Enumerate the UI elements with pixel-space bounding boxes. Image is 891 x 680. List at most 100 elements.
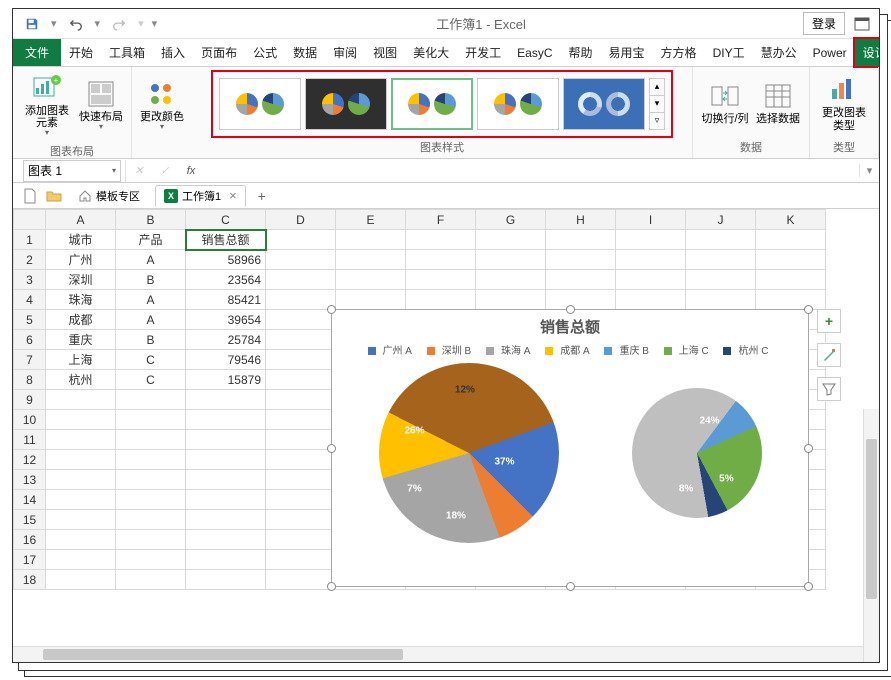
namebox-dropdown-icon[interactable]: ▾ [112, 166, 116, 175]
cell[interactable] [116, 550, 186, 570]
cell[interactable] [266, 290, 336, 310]
cell[interactable] [186, 530, 266, 550]
cell[interactable] [46, 550, 116, 570]
tab-diy[interactable]: DIY工 [705, 39, 753, 66]
tab-data[interactable]: 数据 [285, 39, 325, 66]
vertical-scrollbar[interactable] [863, 409, 879, 662]
close-tab-icon[interactable]: × [229, 188, 237, 203]
cell[interactable]: 重庆 [46, 330, 116, 350]
cell[interactable] [266, 330, 336, 350]
change-colors-button[interactable]: 更改颜色▾ [138, 76, 186, 135]
cell[interactable] [336, 250, 406, 270]
gallery-scrollbar[interactable]: ▴▾▿ [649, 78, 665, 130]
cell[interactable] [336, 230, 406, 250]
chart-title[interactable]: 销售总额 [332, 310, 808, 339]
cell[interactable] [266, 490, 336, 510]
cell[interactable]: 珠海 [46, 290, 116, 310]
chart-style-3[interactable] [391, 78, 473, 130]
cell[interactable] [266, 530, 336, 550]
tab-huiban[interactable]: 慧办公 [753, 39, 805, 66]
tab-home[interactable]: 开始 [61, 39, 101, 66]
chart-style-2[interactable] [305, 78, 387, 130]
cell[interactable] [46, 390, 116, 410]
tab-review[interactable]: 审阅 [325, 39, 365, 66]
cell[interactable] [336, 270, 406, 290]
cell[interactable]: 15879 [186, 370, 266, 390]
cell[interactable] [186, 450, 266, 470]
cell[interactable] [46, 490, 116, 510]
cell[interactable]: 58966 [186, 250, 266, 270]
cell[interactable] [616, 230, 686, 250]
cell[interactable] [266, 390, 336, 410]
cell[interactable]: B [116, 330, 186, 350]
ribbon-display-options-icon[interactable] [851, 14, 873, 34]
cell[interactable]: 23564 [186, 270, 266, 290]
add-chart-element-button[interactable]: + 添加图表元素▾ [19, 70, 75, 141]
cell[interactable] [266, 230, 336, 250]
cell[interactable] [406, 250, 476, 270]
cell[interactable] [266, 410, 336, 430]
cell[interactable] [186, 570, 266, 590]
cell[interactable] [266, 450, 336, 470]
undo-dropdown-icon[interactable]: ▾ [95, 17, 101, 30]
quick-layout-button[interactable]: 快速布局▾ [77, 76, 125, 135]
cell[interactable] [46, 410, 116, 430]
chart-main-pie[interactable]: 37% 18% 7% 26% 12% [379, 363, 559, 543]
cell[interactable] [476, 250, 546, 270]
tab-insert[interactable]: 插入 [153, 39, 193, 66]
cell[interactable] [476, 290, 546, 310]
cell[interactable]: 25784 [186, 330, 266, 350]
cell[interactable] [266, 350, 336, 370]
tab-view[interactable]: 视图 [365, 39, 405, 66]
cell[interactable] [46, 570, 116, 590]
tab-design[interactable]: 设计 [855, 39, 880, 66]
tab-help[interactable]: 帮助 [561, 39, 601, 66]
cell[interactable] [546, 230, 616, 250]
confirm-formula-icon[interactable]: ✓ [152, 164, 178, 177]
cell[interactable] [546, 290, 616, 310]
gallery-down-icon[interactable]: ▾ [650, 96, 664, 113]
cell[interactable] [116, 470, 186, 490]
qat-customize-icon[interactable]: ▾ [152, 17, 158, 30]
tab-yiyongbao[interactable]: 易用宝 [601, 39, 653, 66]
cell[interactable]: A [116, 310, 186, 330]
cell[interactable] [186, 550, 266, 570]
cell[interactable] [616, 250, 686, 270]
cell[interactable]: A [116, 250, 186, 270]
cell[interactable] [756, 270, 826, 290]
cell[interactable] [116, 570, 186, 590]
cell[interactable] [616, 290, 686, 310]
cell[interactable] [116, 410, 186, 430]
chart-styles-button[interactable] [817, 343, 841, 367]
name-box[interactable]: 图表 1▾ [23, 160, 121, 182]
cell[interactable]: B [116, 270, 186, 290]
qat-dropdown-icon[interactable]: ▾ [51, 17, 57, 30]
cell[interactable] [266, 370, 336, 390]
tab-file[interactable]: 文件 [13, 39, 61, 66]
cell[interactable] [686, 290, 756, 310]
chart-style-1[interactable] [219, 78, 301, 130]
chart-legend[interactable]: 广州 A 深圳 B 珠海 A 成都 A 重庆 B 上海 C 杭州 C [332, 339, 808, 363]
tab-easyc[interactable]: EasyC [509, 39, 560, 66]
cell[interactable] [116, 490, 186, 510]
cell[interactable] [266, 550, 336, 570]
chart-sub-pie[interactable]: 24% 8% 5% [632, 388, 762, 518]
cell[interactable] [186, 390, 266, 410]
chart-style-5[interactable] [563, 78, 645, 130]
workbook-tab[interactable]: X 工作簿1 × [155, 185, 246, 207]
add-tab-button[interactable]: + [252, 188, 272, 204]
cell[interactable] [266, 250, 336, 270]
cell[interactable] [616, 270, 686, 290]
chart-plot-area[interactable]: 37% 18% 7% 26% 12% 24% 8% 5% [332, 363, 808, 543]
change-chart-type-button[interactable]: 更改图表类型 [816, 72, 872, 134]
cell[interactable] [116, 430, 186, 450]
select-data-button[interactable]: 选择数据 [753, 78, 803, 128]
cell[interactable] [46, 530, 116, 550]
cell[interactable] [406, 290, 476, 310]
cell[interactable] [266, 570, 336, 590]
cell[interactable] [756, 250, 826, 270]
login-button[interactable]: 登录 [803, 12, 845, 35]
cell[interactable]: 上海 [46, 350, 116, 370]
cell[interactable] [266, 310, 336, 330]
cell[interactable]: 广州 [46, 250, 116, 270]
